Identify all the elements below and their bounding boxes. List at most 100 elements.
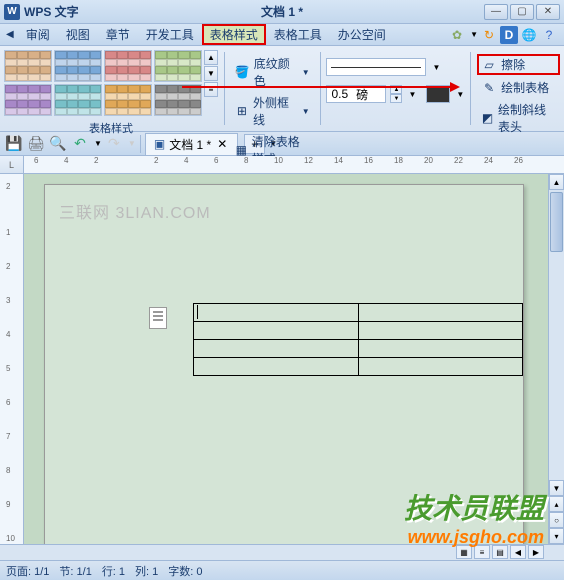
- status-page: 页面: 1/1: [6, 563, 49, 579]
- statusbar: 页面: 1/1 节: 1/1 行: 1 列: 1 字数: 0: [0, 560, 564, 580]
- bucket-icon: 🪣: [235, 64, 250, 80]
- h-scroll-right[interactable]: ▶: [528, 545, 544, 559]
- vertical-scrollbar[interactable]: ▲ ▼ ▴ ○ ▾: [548, 174, 564, 544]
- border-label: 外侧框线: [253, 94, 296, 128]
- outside-border-button[interactable]: ⊞ 外侧框线 ▼: [231, 93, 314, 129]
- close-button[interactable]: ✕: [536, 4, 560, 20]
- tab-devtools[interactable]: 开发工具: [138, 24, 202, 45]
- status-chars: 字数: 0: [168, 563, 202, 579]
- redo-icon[interactable]: ↷: [104, 134, 124, 154]
- save-icon[interactable]: 💾: [4, 134, 24, 154]
- pen-size-input[interactable]: 0.5 磅: [326, 85, 386, 103]
- ribbon: ▲ ▼ ≡ 表格样式 🪣 底纹颜色 ▼ ⊞ 外侧框线 ▼ ▦ 清除表格样式: [0, 46, 564, 132]
- d-icon[interactable]: D: [500, 26, 518, 44]
- prev-page-button[interactable]: ▴: [549, 496, 564, 512]
- page-watermark: 三联网 3LIAN.COM: [59, 199, 211, 223]
- browse-object-button[interactable]: ○: [549, 512, 564, 528]
- help-icon[interactable]: ?: [540, 26, 558, 44]
- next-page-button[interactable]: ▾: [549, 528, 564, 544]
- h-scroll-left[interactable]: ◀: [510, 545, 526, 559]
- pen-color-swatch[interactable]: [426, 85, 450, 103]
- style-dropdown[interactable]: ▼: [470, 30, 478, 39]
- draw-table-label: 绘制表格: [501, 79, 549, 96]
- tab-table-tools[interactable]: 表格工具: [266, 24, 330, 45]
- scroll-thumb[interactable]: [550, 192, 563, 252]
- gallery-expand[interactable]: ≡: [204, 82, 218, 97]
- menubar: ◀ 审阅 视图 章节 开发工具 表格样式 表格工具 办公空间 ✿ ▼ ↻ D 🌐…: [0, 24, 564, 46]
- redo-dropdown[interactable]: ▼: [128, 139, 136, 148]
- vertical-ruler[interactable]: 2 1 2 3 4 5 6 7 8 9 10: [0, 174, 24, 544]
- pen-size-value: 0.5: [331, 87, 348, 101]
- horizontal-ruler[interactable]: 6 4 2 2 4 6 8 10 12 14 16 18 20 22 24 26: [24, 156, 564, 173]
- status-row: 行: 1: [102, 563, 125, 579]
- table-cell[interactable]: [358, 358, 523, 376]
- shading-color-button[interactable]: 🪣 底纹颜色 ▼: [231, 54, 314, 90]
- app-icon: W: [4, 4, 20, 20]
- scroll-up-button[interactable]: ▲: [549, 174, 564, 190]
- pen-color-dropdown[interactable]: ▼: [456, 90, 464, 99]
- undo-icon[interactable]: ↶: [70, 134, 90, 154]
- document-page[interactable]: 三联网 3LIAN.COM: [44, 184, 524, 544]
- content-area: 2 1 2 3 4 5 6 7 8 9 10 三联网 3LIAN.COM ▲ ▼: [0, 174, 564, 544]
- gallery-style-2[interactable]: [54, 50, 102, 82]
- tab-office-space[interactable]: 办公空间: [330, 24, 394, 45]
- minimize-button[interactable]: —: [484, 4, 508, 20]
- pen-size-down[interactable]: ▼: [390, 94, 402, 103]
- gallery-style-8[interactable]: [154, 84, 202, 116]
- doc-title: 文档 1 *: [261, 3, 303, 20]
- ruler-corner: L: [0, 156, 24, 174]
- maximize-button[interactable]: ▢: [510, 4, 534, 20]
- table-cell[interactable]: [358, 322, 523, 340]
- document-table[interactable]: [193, 303, 523, 376]
- ruler-row: L 6 4 2 2 4 6 8 10 12 14 16 18 20 22 24 …: [0, 156, 564, 174]
- tab-view[interactable]: 视图: [58, 24, 98, 45]
- status-col: 列: 1: [135, 563, 158, 579]
- gallery-style-3[interactable]: [104, 50, 152, 82]
- table-cell[interactable]: [194, 322, 359, 340]
- draw-diagonal-button[interactable]: ◩ 绘制斜线表头: [477, 100, 560, 136]
- tab-close-button[interactable]: ✕: [215, 137, 229, 151]
- erase-button[interactable]: ▱ 擦除: [477, 54, 560, 75]
- draw-diagonal-label: 绘制斜线表头: [498, 101, 556, 135]
- pen-style-dropdown[interactable]: ▼: [432, 63, 440, 72]
- titlebar: W WPS 文字 文档 1 * — ▢ ✕: [0, 0, 564, 24]
- print-icon[interactable]: 🖨: [26, 134, 46, 154]
- view-outline[interactable]: ≡: [474, 545, 490, 559]
- gallery-style-6[interactable]: [54, 84, 102, 116]
- tab-review[interactable]: 审阅: [18, 24, 58, 45]
- status-section: 节: 1/1: [59, 563, 91, 579]
- print-preview-icon[interactable]: 🔍: [48, 134, 68, 154]
- tab-table-style[interactable]: 表格样式: [202, 24, 266, 45]
- gallery-scroll-up[interactable]: ▲: [204, 50, 218, 65]
- document-canvas[interactable]: 三联网 3LIAN.COM: [24, 174, 564, 544]
- gallery-scroll-down[interactable]: ▼: [204, 66, 218, 81]
- table-cell[interactable]: [194, 358, 359, 376]
- table-style-gallery: ▲ ▼ ≡ 表格样式: [4, 50, 218, 127]
- gallery-label: 表格样式: [4, 120, 218, 136]
- gallery-style-4[interactable]: [154, 50, 202, 82]
- bottom-nav: ▦ ≡ ▤ ◀ ▶: [0, 544, 564, 560]
- undo-dropdown[interactable]: ▼: [94, 139, 102, 148]
- gallery-style-7[interactable]: [104, 84, 152, 116]
- scroll-down-button[interactable]: ▼: [549, 480, 564, 496]
- table-cell[interactable]: [358, 340, 523, 358]
- pen-size-dropdown[interactable]: ▼: [408, 90, 416, 99]
- view-web[interactable]: ▤: [492, 545, 508, 559]
- pen-style-preview[interactable]: [326, 58, 426, 76]
- refresh-icon[interactable]: ↻: [480, 26, 498, 44]
- style-icon[interactable]: ✿: [448, 26, 466, 44]
- erase-label: 擦除: [501, 56, 525, 73]
- tab-chapter[interactable]: 章节: [98, 24, 138, 45]
- globe-icon[interactable]: 🌐: [520, 26, 538, 44]
- gallery-style-1[interactable]: [4, 50, 52, 82]
- pen-size-up[interactable]: ▲: [390, 85, 402, 94]
- draw-table-button[interactable]: ✎ 绘制表格: [477, 78, 560, 97]
- table-handle-icon[interactable]: [149, 307, 167, 329]
- border-icon: ⊞: [235, 103, 249, 119]
- view-print-layout[interactable]: ▦: [456, 545, 472, 559]
- gallery-style-5[interactable]: [4, 84, 52, 116]
- menu-scroll-left[interactable]: ◀: [2, 29, 18, 40]
- table-cell[interactable]: [194, 340, 359, 358]
- table-cell[interactable]: [358, 304, 523, 322]
- table-cell[interactable]: [194, 304, 359, 322]
